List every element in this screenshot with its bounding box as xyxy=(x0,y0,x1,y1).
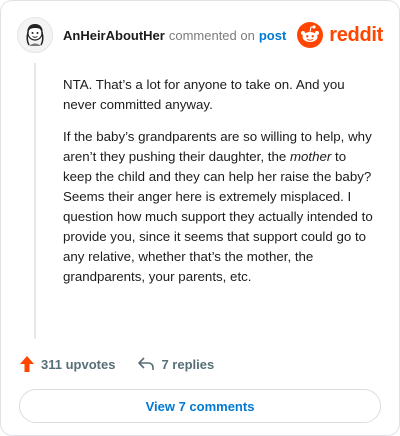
reddit-alien-icon xyxy=(297,22,324,48)
view-comments-button[interactable]: View 7 comments xyxy=(19,389,381,423)
comment-actions: 311 upvotes 7 replies xyxy=(19,353,214,375)
comment-paragraph-2: If the baby’s grandparents are so willin… xyxy=(63,127,373,287)
upvote-arrow-icon xyxy=(20,356,34,372)
avatar-icon xyxy=(26,24,44,46)
comment-paragraph-1: NTA. That’s a lot for anyone to take on.… xyxy=(63,77,345,112)
action-text: commented on xyxy=(168,27,255,43)
comment-body: NTA. That’s a lot for anyone to take on.… xyxy=(63,75,373,299)
username[interactable]: AnHeirAboutHer xyxy=(63,28,165,43)
upvote-count: 311 upvotes xyxy=(41,356,116,372)
thread-line xyxy=(34,63,36,339)
comment-paragraph-2-end: to keep the child and they can help her … xyxy=(63,149,373,284)
post-link[interactable]: post xyxy=(259,28,286,43)
reddit-logo[interactable]: reddit xyxy=(297,22,383,48)
avatar[interactable] xyxy=(17,17,53,53)
comment-meta: AnHeirAboutHer commented on post xyxy=(63,28,286,43)
reply-arrow-icon xyxy=(138,357,155,370)
comment-emphasis: mother xyxy=(289,149,332,164)
comment-card: AnHeirAboutHer commented on post reddit NT… xyxy=(0,0,400,436)
logo-text: reddit xyxy=(329,23,383,46)
upvote-button[interactable]: 311 upvotes xyxy=(19,355,115,373)
replies-button[interactable]: 7 replies xyxy=(137,356,214,372)
comment-header: AnHeirAboutHer commented on post reddit xyxy=(17,17,383,53)
replies-count: 7 replies xyxy=(161,356,215,372)
